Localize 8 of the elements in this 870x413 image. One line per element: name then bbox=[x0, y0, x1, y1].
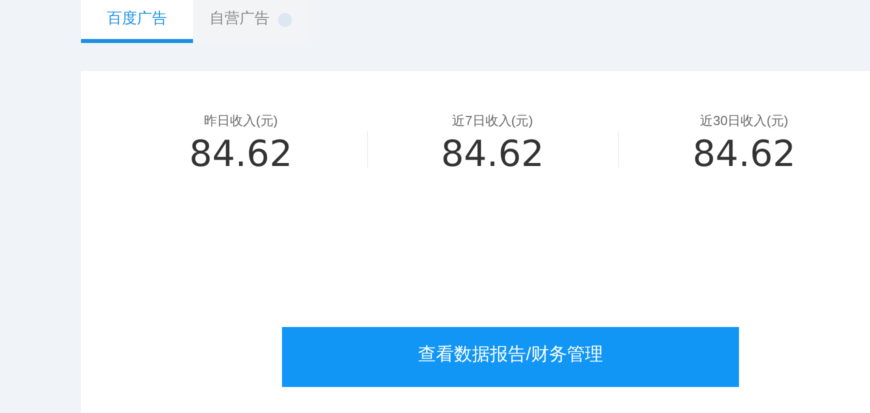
stat-label: 近30日收入(元) bbox=[700, 113, 788, 129]
stat-value: 84.62 bbox=[692, 133, 796, 177]
stat-value: 84.62 bbox=[189, 133, 292, 177]
stat-value: 84.62 bbox=[440, 133, 544, 177]
stat-label: 近7日收入(元) bbox=[452, 113, 533, 129]
stat-label: 昨日收入(元) bbox=[204, 113, 278, 129]
report-button[interactable]: 查看数据报告/财务管理 bbox=[282, 327, 739, 387]
tab[interactable]: 百度广告 bbox=[81, 0, 193, 43]
